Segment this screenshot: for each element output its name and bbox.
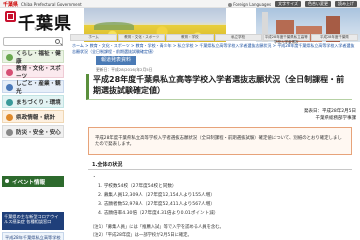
search-icon[interactable] [55, 39, 60, 44]
list-item: 2. 募集人員12,309人（27年度12,154人より155人増） [98, 193, 215, 198]
site-logo-sub: チーバくん [34, 27, 52, 31]
event-info-button[interactable]: イベント情報 [2, 176, 64, 187]
top-site-identity: 千葉県 Chiba Prefectural Government [3, 1, 82, 8]
page-title-box: 平成28年度千葉県私立高等学校入学者選抜志願状況（全日制課程・前期選抜試験確定値… [86, 74, 352, 100]
page-title: 平成28年度千葉県私立高等学校入学者選抜志願状況（全日制課程・前期選抜試験確定値… [93, 75, 345, 95]
field-greenery [94, 22, 134, 30]
tab-education-culture-sports[interactable]: 教育・文化・スポーツ [118, 34, 166, 41]
breadcrumb[interactable]: ホーム > 教育・文化・スポーツ > 教育・学校・青少年 > 私立学校 > 千葉… [72, 43, 356, 55]
main-content: ホーム 教育・文化・スポーツ 教育・学校 私立学校 平成28年度千葉県私立高等学… [70, 34, 359, 240]
nav-work-industry-tourism[interactable]: しごと・産業・観光 [2, 80, 64, 95]
note-item: （注1）「募集人員」には「推薦入試」等で入学を認める人員を含む。 [90, 225, 224, 230]
tab-admission-selection[interactable]: 平成28年度千葉県私立高等学校入学者選抜 [262, 34, 310, 44]
left-sidebar: くらし・福祉・健康 教育・文化・スポーツ しごと・産業・観光 まちづくり・環境 … [0, 34, 66, 240]
safety-icon [6, 129, 13, 136]
color-change-link[interactable]: 色合い変更 [305, 1, 331, 7]
info-icon [6, 114, 13, 121]
covid-consult-banner[interactable]: 千葉県の主な新型コロナウイルス感染症 各種相談窓口 [2, 212, 64, 230]
notes: （注1）「募集人員」には「推薦入試」等で入学を認める人員を含む。 （注2）「平成… [90, 224, 352, 240]
education-icon [6, 69, 13, 76]
tab-h28-chiba[interactable]: 平成28年度千葉県 [310, 34, 359, 41]
status-bullet: ・ [92, 175, 97, 180]
global-nav-tabs: ホーム 教育・文化・スポーツ 教育・学校 私立学校 平成28年度千葉県私立高等学… [70, 34, 359, 44]
department-name: 千葉県総務部学事課 [315, 116, 357, 121]
list-item: 1. 学校数54校（27年度54校と同数） [98, 184, 177, 189]
nav-disaster-safety[interactable]: 防災・安全・安心 [2, 125, 64, 138]
nav-education-culture-sports[interactable]: 教育・文化・スポーツ [2, 65, 64, 80]
foreign-languages-link[interactable]: Foreign Languages [228, 2, 271, 7]
site-search-input[interactable] [3, 37, 63, 46]
announcement-info: 発表日：平成28年2月5日 千葉県総務部学事課 [280, 108, 356, 122]
nav-prefectural-info-statistics[interactable]: 県政情報・統計 [2, 110, 64, 123]
release-notice-box: 平成28年度千葉県私立高等学校入学者選抜志願状況（全日制課程・前期選抜試験）確定… [88, 127, 352, 155]
site-tagline: Chiba Prefectural Government [21, 2, 82, 7]
note-item: （注2）「平成28年度」は一部学校が2月5日に確定。 [90, 233, 192, 238]
top-utility-links: Foreign Languages 文字サイズ 色合い変更 読み上げ [228, 1, 357, 7]
press-release-label: 報道発表資料 [96, 56, 136, 65]
tab-home[interactable]: ホーム [70, 34, 118, 41]
status-list: 1. 学校数54校（27年度54校と同数） 2. 募集人員12,309人（27年… [98, 182, 348, 218]
nav-town-environment[interactable]: まちづくり・環境 [2, 95, 64, 108]
update-date: 更新日：平成28(2016)年2月5日 [96, 67, 153, 72]
town-icon [6, 99, 13, 106]
overall-status-heading: 1.全体の状況 [88, 161, 352, 170]
top-utility-bar: 千葉県 Chiba Prefectural Government Foreign… [0, 0, 360, 8]
globe-icon [228, 2, 233, 7]
announcement-date: 発表日：平成28年2月5日 [304, 109, 356, 114]
admission-selection-banner[interactable]: 平成28年千葉県私立高等学校 入学者選抜 [2, 232, 64, 240]
list-item: 4. 志願倍率4.30倍（27年度4.31倍より0.01ポイント減） [98, 211, 219, 216]
living-icon [6, 54, 13, 61]
nav-living-welfare-health[interactable]: くらし・福祉・健康 [2, 50, 64, 65]
list-item: 3. 志願者数52,978人（27年度52,411人より567人増） [98, 202, 215, 207]
prefecture-logo-icon[interactable] [5, 11, 16, 22]
tab-private-school[interactable]: 私立学校 [214, 34, 262, 41]
tab-education-school[interactable]: 教育・学校 [166, 34, 214, 41]
work-icon [6, 84, 13, 91]
font-size-link[interactable]: 文字サイズ [275, 1, 301, 7]
site-name-mini[interactable]: 千葉県 [3, 1, 18, 8]
read-aloud-link[interactable]: 読み上げ [335, 1, 357, 7]
